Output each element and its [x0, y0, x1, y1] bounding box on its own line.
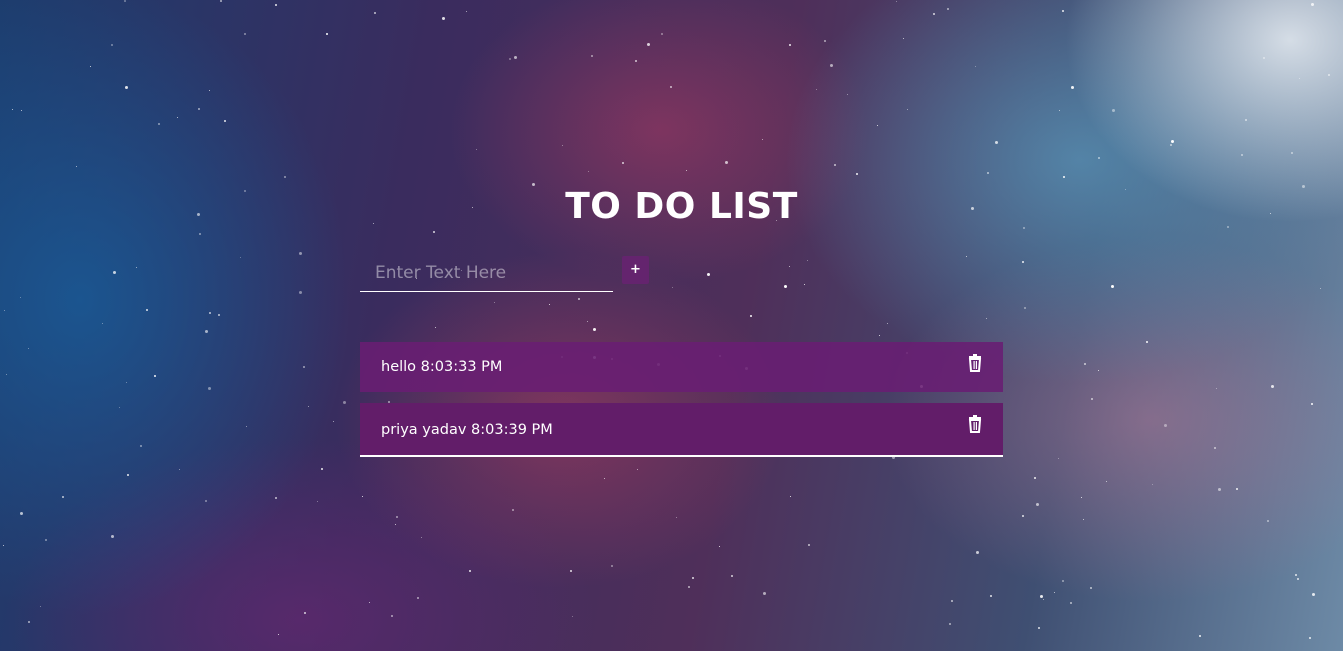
add-task-form: +	[360, 254, 660, 294]
task-list: hello 8:03:33 PM priya yadav 8:03:39 PM	[360, 342, 1003, 468]
task-text: hello 8:03:33 PM	[381, 359, 503, 375]
task-text: priya yadav 8:03:39 PM	[381, 422, 553, 438]
list-item[interactable]: hello 8:03:33 PM	[360, 342, 1003, 392]
trash-icon[interactable]	[965, 414, 985, 434]
list-item[interactable]: priya yadav 8:03:39 PM	[360, 403, 1003, 457]
trash-icon[interactable]	[965, 353, 985, 373]
add-task-button[interactable]: +	[622, 256, 649, 284]
space-background	[0, 0, 1343, 651]
page-title: TO DO LIST	[565, 186, 798, 227]
task-text-input[interactable]	[360, 254, 613, 292]
